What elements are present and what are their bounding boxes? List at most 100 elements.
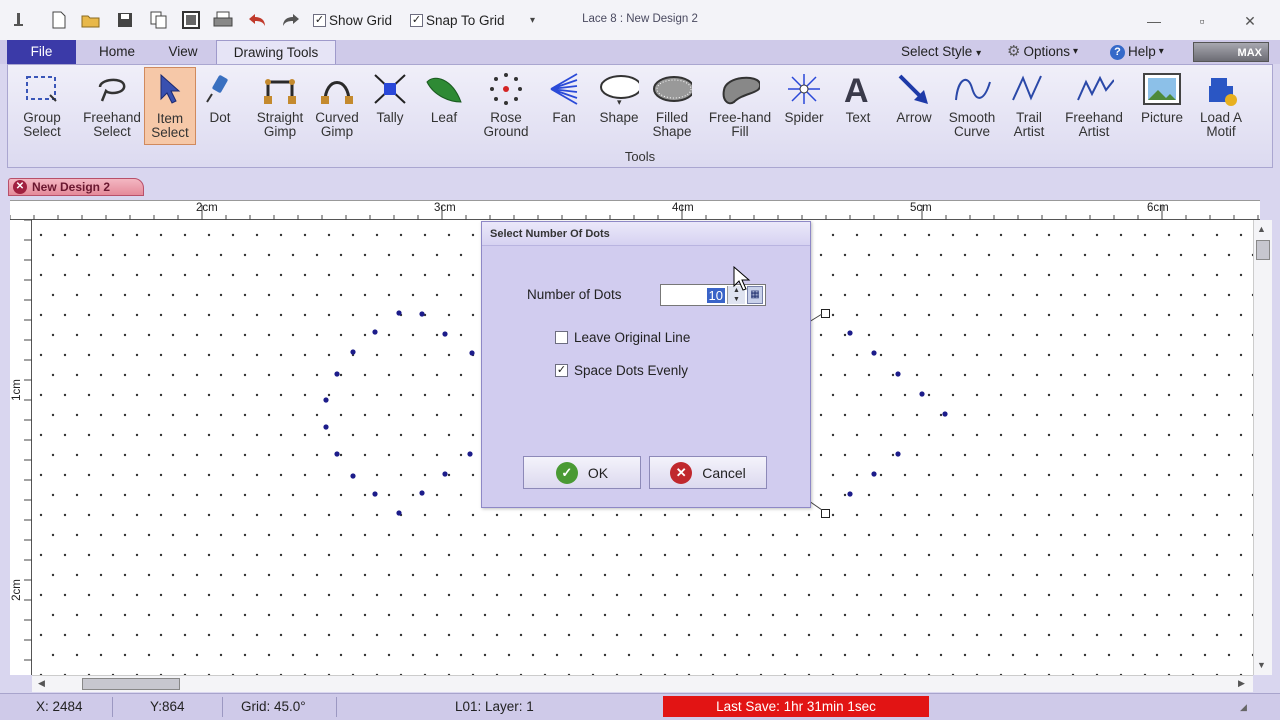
grid-dot [339,293,343,297]
design-dot [847,330,853,336]
vertical-scrollbar[interactable]: ▲ ▼ [1253,220,1272,675]
grid-dot [63,353,67,357]
grid-dot [987,373,991,377]
restore-icon[interactable]: ▫ [1192,12,1212,30]
tool-text[interactable]: A Text [838,67,878,145]
grid-dot [1191,473,1195,477]
grid-dot [999,393,1003,397]
tool-load-motif[interactable]: Load A Motif [1194,67,1248,145]
space-dots-evenly-checkbox[interactable]: ✓ [555,364,568,377]
horizontal-scroll-thumb[interactable] [82,678,180,690]
leave-original-line-option[interactable]: Leave Original Line [555,330,690,345]
grid-dot [867,493,871,497]
grid-dot [495,593,499,597]
grid-dot [1179,333,1183,337]
grid-dot [1107,573,1111,577]
tool-label: Dot [209,110,231,125]
tab-drawing-tools[interactable]: Drawing Tools [216,40,336,64]
close-tab-icon[interactable]: ✕ [13,180,27,194]
grid-dot [39,433,43,437]
scroll-right-icon[interactable]: ▶ [1238,678,1245,689]
grid-dot [99,373,103,377]
grid-dot [1107,453,1111,457]
minimize-icon[interactable]: — [1144,12,1164,30]
grid-dot [1131,293,1135,297]
grid-dot [1131,573,1135,577]
grid-dot [903,473,907,477]
grid-dot [1023,313,1027,317]
tab-file[interactable]: File [7,40,76,64]
scroll-left-icon[interactable]: ◀ [38,678,45,689]
tool-tally[interactable]: Tally [370,67,410,145]
tab-view[interactable]: View [156,40,210,64]
tool-arrow[interactable]: Arrow [892,67,936,145]
space-dots-evenly-option[interactable]: ✓ Space Dots Evenly [555,363,688,378]
grid-dot [1215,353,1219,357]
tool-freehand-select[interactable]: Freehand Select [82,67,142,145]
options-label: Options [1023,44,1070,59]
grid-dot [435,613,439,617]
grid-dot [1167,273,1171,277]
tool-fan[interactable]: Fan [542,67,586,145]
tool-filled-shape[interactable]: Filled Shape [646,67,698,145]
horizontal-scrollbar[interactable]: ◀ ▶ [32,675,1253,692]
help-menu[interactable]: ? Help ▾ [1110,43,1164,61]
vertical-scroll-thumb[interactable] [1256,240,1270,260]
tool-rose-ground[interactable]: Rose Ground [480,67,532,145]
tool-label: Freehand Select [83,110,141,139]
design-dot [871,350,877,356]
grid-dot [459,613,463,617]
scroll-down-icon[interactable]: ▼ [1257,660,1266,670]
tool-curved-gimp[interactable]: Curved Gimp [312,67,362,145]
tool-trail-artist[interactable]: Trail Artist [1008,67,1050,145]
grid-dot [315,613,319,617]
grid-dot [975,233,979,237]
number-of-dots-value[interactable]: 10 [706,287,725,303]
tool-dot-tool[interactable]: Dot [200,67,240,145]
grid-dot [879,353,883,357]
grid-dot [1203,653,1207,657]
grid-dot [1011,533,1015,537]
tool-picture[interactable]: Picture [1136,67,1188,145]
cancel-button[interactable]: ✕ Cancel [649,456,767,489]
tool-shape[interactable]: ▾ Shape [594,67,644,145]
grid-dot [1203,293,1207,297]
tool-spider[interactable]: Spider [780,67,828,145]
scroll-up-icon[interactable]: ▲ [1257,224,1266,234]
grid-dot [843,453,847,457]
grid-dot [159,593,163,597]
grid-dot [99,573,103,577]
leave-original-line-checkbox[interactable] [555,331,568,344]
select-style-menu[interactable]: Select Style ▾ [901,43,981,63]
grid-dot [1059,533,1063,537]
resize-grip-icon[interactable]: ◢ [1240,702,1247,713]
grid-dot [363,333,367,337]
grid-dot [195,653,199,657]
grid-dot [195,373,199,377]
ok-button[interactable]: ✓ OK [523,456,641,489]
tool-leaf[interactable]: Leaf [424,67,464,145]
options-menu[interactable]: ⚙ Options ▾ [1007,43,1078,61]
document-tab[interactable]: ✕ New Design 2 [8,178,144,196]
tool-label: Leaf [430,110,458,125]
grid-dot [1047,313,1051,317]
tool-freehand-artist[interactable]: Freehand Artist [1064,67,1124,145]
tool-item-select[interactable]: Item Select [144,67,196,145]
grid-dot [891,453,895,457]
grid-dot [855,353,859,357]
tool-smooth-curve[interactable]: Smooth Curve [944,67,1000,145]
tool-straight-gimp[interactable]: Straight Gimp [254,67,306,145]
grid-dot [1059,333,1063,337]
tool-freehand-fill[interactable]: Free-hand Fill [704,67,776,145]
grid-dot [963,653,967,657]
stepper-down-icon[interactable]: ▼ [728,295,745,304]
grid-dot [531,573,535,577]
grid-dot [903,553,907,557]
grid-dot [843,333,847,337]
tab-home[interactable]: Home [86,40,148,64]
tool-group-select[interactable]: Group Select [18,67,66,145]
max-button[interactable]: MAX [1193,42,1269,62]
close-icon[interactable]: ✕ [1240,12,1260,30]
grid-dot [1131,333,1135,337]
grid-dot [231,353,235,357]
